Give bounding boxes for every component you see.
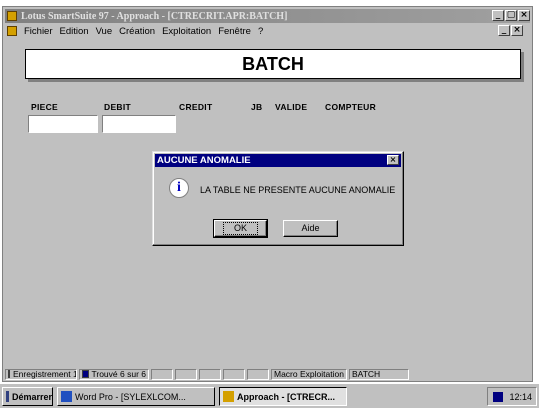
status-bar: Enregistrement 1 Trouvé 6 sur 6 Macro Ex… xyxy=(5,368,530,380)
menu-help[interactable]: ? xyxy=(258,26,263,37)
column-credit: CREDIT xyxy=(179,102,213,112)
minimize-button[interactable]: _ xyxy=(492,10,504,21)
tray-icon[interactable] xyxy=(493,391,504,402)
column-piece: PIECE xyxy=(31,102,59,112)
desktop: Lotus SmartSuite 97 - Approach - [CTRECR… xyxy=(0,0,539,408)
form-title: BATCH xyxy=(25,49,521,79)
column-jb: JB xyxy=(251,102,263,112)
approach-icon xyxy=(223,391,234,402)
menu-creation[interactable]: Création xyxy=(119,26,155,37)
menu-fichier[interactable]: Fichier xyxy=(24,26,53,37)
menu-vue[interactable]: Vue xyxy=(96,26,113,37)
dialog-title: AUCUNE ANOMALIE xyxy=(157,155,251,166)
wordpro-label: Word Pro - [SYLEXLCOM... xyxy=(75,391,186,402)
approach-label: Approach - [CTRECR... xyxy=(237,391,335,402)
wordpro-icon xyxy=(61,391,72,402)
ok-button-label: OK xyxy=(222,222,258,235)
taskbar: Démarrer Word Pro - [SYLEXLCOM... Approa… xyxy=(0,383,539,408)
status-cell-empty-5 xyxy=(247,368,269,380)
window-title: Lotus SmartSuite 97 - Approach - [CTRECR… xyxy=(21,10,288,22)
start-button[interactable]: Démarrer xyxy=(2,387,53,406)
menu-edition[interactable]: Edition xyxy=(60,26,89,37)
doc-minimize-button[interactable]: _ xyxy=(498,25,510,36)
clock: 12:14 xyxy=(509,391,532,402)
anomaly-dialog: AUCUNE ANOMALIE × i LA TABLE NE PRESENTE… xyxy=(152,151,404,246)
dialog-titlebar[interactable]: AUCUNE ANOMALIE × xyxy=(155,154,401,167)
start-label: Démarrer xyxy=(11,391,52,402)
record-label: Enregistrement 1 xyxy=(13,369,77,379)
menu-exploitation[interactable]: Exploitation xyxy=(162,26,211,37)
taskbar-wordpro[interactable]: Word Pro - [SYLEXLCOM... xyxy=(57,387,215,406)
status-cell-empty-3 xyxy=(199,368,221,380)
found-label: Trouvé 6 sur 6 xyxy=(91,369,147,379)
window-titlebar[interactable]: Lotus SmartSuite 97 - Approach - [CTRECR… xyxy=(5,9,530,23)
doc-close-button[interactable]: × xyxy=(511,25,523,36)
windows-logo-icon xyxy=(6,391,9,402)
taskbar-approach[interactable]: Approach - [CTRECR... xyxy=(219,387,347,406)
found-indicator[interactable]: Trouvé 6 sur 6 xyxy=(79,368,149,380)
view-indicator[interactable]: BATCH xyxy=(349,368,409,380)
dialog-message: LA TABLE NE PRESENTE AUCUNE ANOMALIE xyxy=(200,185,396,195)
debit-field[interactable] xyxy=(102,115,176,133)
find-icon[interactable] xyxy=(82,370,89,378)
system-tray: 12:14 xyxy=(487,387,537,406)
column-compteur: COMPTEUR xyxy=(325,102,377,112)
piece-field[interactable] xyxy=(28,115,98,133)
approach-window: Lotus SmartSuite 97 - Approach - [CTRECR… xyxy=(2,6,533,382)
column-valide: VALIDE xyxy=(275,102,308,112)
status-cell-empty-1 xyxy=(151,368,173,380)
dialog-close-button[interactable]: × xyxy=(387,155,399,165)
record-indicator[interactable]: Enregistrement 1 xyxy=(5,368,77,380)
record-nav-icon[interactable] xyxy=(8,370,10,378)
column-debit: DEBIT xyxy=(104,102,131,112)
macro-indicator[interactable]: Macro Exploitation xyxy=(271,368,347,380)
status-cell-empty-2 xyxy=(175,368,197,380)
ok-button[interactable]: OK xyxy=(213,219,268,238)
lotus-app-icon[interactable] xyxy=(7,11,17,21)
maximize-button[interactable]: ▢ xyxy=(505,10,517,21)
menu-fenetre[interactable]: Fenêtre xyxy=(218,26,251,37)
help-button[interactable]: Aide xyxy=(283,220,338,237)
menu-bar: Fichier Edition Vue Création Exploitatio… xyxy=(5,24,530,38)
close-button[interactable]: × xyxy=(518,10,530,21)
status-cell-empty-4 xyxy=(223,368,245,380)
info-icon: i xyxy=(169,178,189,198)
document-icon[interactable] xyxy=(7,26,17,36)
